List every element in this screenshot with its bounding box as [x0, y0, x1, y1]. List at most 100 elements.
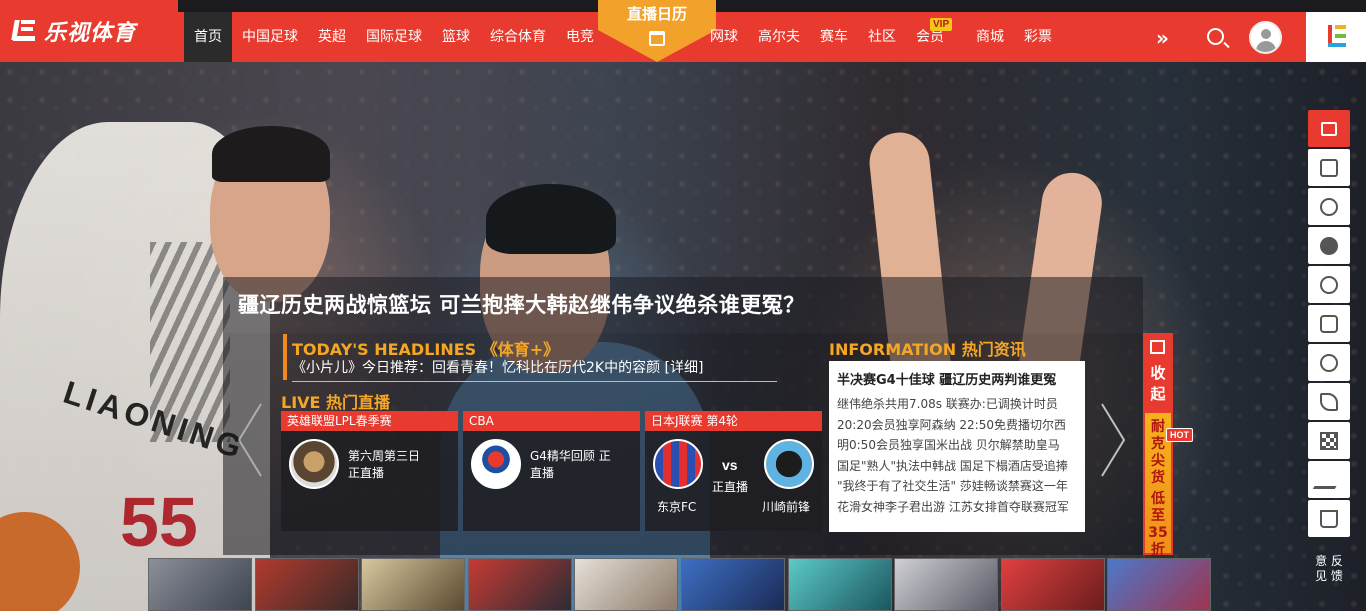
nav-item-lottery[interactable]: 彩票: [1014, 12, 1062, 62]
rail-golf-button[interactable]: [1308, 383, 1350, 420]
thumbnail[interactable]: [1107, 558, 1212, 611]
info-news-link[interactable]: 国足"熟人"执法中韩战 国足下榻酒店受追捧: [837, 456, 1077, 477]
information-list: 半决赛G4十佳球 疆辽历史两判谁更冤 继伟绝杀共用7.08s 联赛办:已调换计时…: [829, 361, 1085, 532]
carousel-next-icon[interactable]: [1098, 400, 1128, 480]
thumbnail[interactable]: [680, 558, 785, 611]
info-lead-link[interactable]: 半决赛G4十佳球 疆辽历史两判谁更冤: [837, 369, 1077, 388]
vip-badge: VIP: [930, 18, 953, 31]
info-news-link[interactable]: 明0:50会员独享国米出战 贝尔解禁助皇马: [837, 435, 1077, 456]
racing-flag-icon: [1320, 431, 1338, 450]
info-news-link[interactable]: 继伟绝杀共用7.08s 联赛办:已调换计时员: [837, 394, 1077, 415]
dice-icon: [1320, 158, 1338, 177]
tennis-icon: [1320, 353, 1338, 372]
promo-char: 折: [1151, 542, 1165, 558]
live-calendar-button[interactable]: 直播日历: [598, 0, 716, 62]
kawasaki-logo-icon: [764, 439, 814, 489]
thumbnail[interactable]: [894, 558, 999, 611]
feedback-link[interactable]: 意 反 见 馈: [1308, 554, 1350, 584]
rail-medal-button[interactable]: [1308, 266, 1350, 303]
le-logo-icon: [10, 18, 38, 44]
live-card-lpl[interactable]: 英雄联盟LPL春季赛 第六周第三日 正直播: [281, 411, 458, 531]
nav-item-basketball[interactable]: 篮球: [432, 12, 480, 62]
player-hair-2: [486, 184, 616, 254]
nav-item-tennis[interactable]: 网球: [700, 12, 748, 62]
promo-char: 35: [1148, 525, 1168, 541]
medal-icon: [1320, 275, 1338, 294]
logo-text: 乐视体育: [44, 21, 137, 46]
main-nav-right: 网球 高尔夫 赛车 社区 会员 VIP 商城 彩票: [700, 12, 1062, 62]
thumbnail[interactable]: [574, 558, 679, 611]
live-calendar-label: 直播日历: [598, 0, 716, 30]
player-hair-1: [212, 126, 330, 182]
feedback-line-2: 见 馈: [1315, 569, 1343, 583]
rail-tennis-button[interactable]: [1308, 344, 1350, 381]
live-title: LIVE 热门直播: [281, 393, 391, 412]
jersey-icon: [1320, 314, 1338, 333]
headline-title[interactable]: 疆辽历史两战惊篮坛 可兰抱摔大韩赵继伟争议绝杀谁更冤？: [238, 289, 805, 319]
rail-dice-button[interactable]: [1308, 149, 1350, 186]
nav-item-membership-label: 会员: [916, 29, 944, 45]
nike-icon: [1312, 470, 1346, 489]
calendar-icon: [649, 31, 665, 46]
feedback-line-1: 意 反: [1315, 554, 1343, 568]
match-status: 正直播: [712, 480, 749, 494]
hot-badge: HOT: [1166, 428, 1193, 442]
collapse-label-1: 收: [1150, 364, 1166, 382]
rail-cart-button[interactable]: [1308, 500, 1350, 537]
vs-label: vs: [722, 457, 738, 473]
collapse-label-2: 起: [1150, 385, 1166, 403]
today-headline-link[interactable]: 《小片儿》今日推荐：回看青春！忆科比在历代2K中的容颜 [详细]: [292, 357, 777, 382]
carousel-prev-icon[interactable]: [235, 400, 265, 480]
info-news-link[interactable]: 花滑女神李子君出游 江苏女排首夺联赛冠军: [837, 497, 1077, 518]
nav-item-multi-sports[interactable]: 综合体育: [480, 12, 556, 62]
live-card-line2: 直播: [530, 466, 555, 480]
rail-jersey-button[interactable]: [1308, 305, 1350, 342]
double-chevron-right-icon[interactable]: »: [1156, 26, 1169, 50]
thumbnail[interactable]: [254, 558, 359, 611]
live-card-line1: 第六周第三日: [348, 449, 421, 463]
rail-basketball-button[interactable]: [1308, 227, 1350, 264]
home-team-name: 东京FC: [657, 500, 697, 514]
promo-char: 尖: [1151, 453, 1165, 469]
nav-item-community[interactable]: 社区: [858, 12, 906, 62]
main-nav: 首页 中国足球 英超 国际足球 篮球 综合体育 电竞: [184, 12, 604, 62]
info-news-link[interactable]: "我终于有了社交生活" 莎娃畅谈禁赛这一年: [837, 476, 1077, 497]
promo-char: 至: [1151, 508, 1165, 524]
thumbnail[interactable]: [148, 558, 252, 611]
nav-item-china-football[interactable]: 中国足球: [232, 12, 308, 62]
nav-item-racing[interactable]: 赛车: [810, 12, 858, 62]
live-card-jleague[interactable]: 日本J联赛 第4轮 vs 正直播 东京FC 川崎前锋: [645, 411, 822, 531]
nav-item-premier-league[interactable]: 英超: [308, 12, 356, 62]
thumbnail[interactable]: [787, 558, 892, 611]
golf-icon: [1320, 392, 1338, 411]
rail-nike-button[interactable]: [1308, 461, 1350, 498]
rail-home-button[interactable]: [1308, 110, 1350, 147]
promo-char: 货: [1151, 470, 1165, 486]
user-avatar-icon[interactable]: [1249, 21, 1282, 54]
search-icon[interactable]: [1207, 28, 1224, 45]
nav-item-mall[interactable]: 商城: [966, 12, 1014, 62]
lpl-logo-icon: [289, 439, 339, 489]
live-card-header: CBA: [463, 411, 640, 431]
rail-racing-button[interactable]: [1308, 422, 1350, 459]
basketball-icon: [1320, 236, 1338, 255]
nav-item-esports[interactable]: 电竞: [556, 12, 604, 62]
info-news-link[interactable]: 20:20会员独享阿森纳 22:50免费播切尔西: [837, 415, 1077, 436]
headline-bar[interactable]: 疆辽历史两战惊篮坛 可兰抱摔大韩赵继伟争议绝杀谁更冤？: [223, 277, 1143, 333]
nav-item-golf[interactable]: 高尔夫: [748, 12, 810, 62]
thumbnail[interactable]: [361, 558, 466, 611]
thumbnail[interactable]: [467, 558, 572, 611]
live-card-text: G4精华回顾 正 直播: [530, 448, 630, 482]
nav-item-intl-football[interactable]: 国际足球: [356, 12, 432, 62]
le-app-logo-icon[interactable]: [1306, 12, 1366, 62]
nav-item-home[interactable]: 首页: [184, 12, 232, 62]
thumbnail-strip: [148, 558, 1214, 611]
promo-char: 低: [1151, 491, 1165, 507]
rail-planet-button[interactable]: [1308, 188, 1350, 225]
letv-sports-logo[interactable]: 乐视体育: [0, 0, 178, 62]
planet-icon: [1320, 197, 1338, 216]
live-card-cba[interactable]: CBA G4精华回顾 正 直播: [463, 411, 640, 531]
thumbnail[interactable]: [1000, 558, 1105, 611]
information-title: INFORMATION 热门资讯: [829, 340, 1026, 359]
nav-item-membership[interactable]: 会员 VIP: [906, 12, 966, 62]
